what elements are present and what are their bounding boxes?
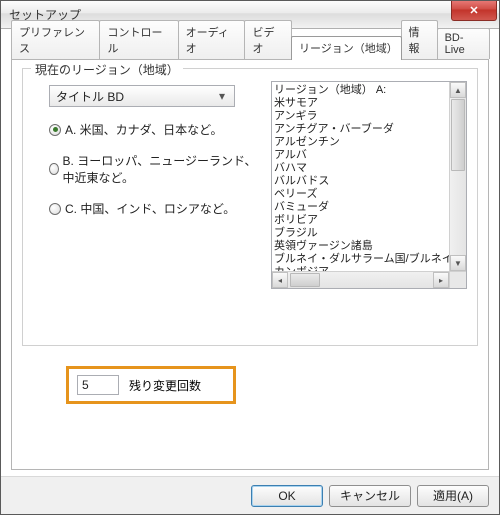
- list-item[interactable]: バルバドス: [274, 174, 447, 187]
- tab-page-region: 現在のリージョン（地域） タイトル BD ▾ A. 米国、カナダ、日本など。 B.…: [11, 59, 489, 470]
- close-icon: ✕: [469, 4, 478, 17]
- ok-button[interactable]: OK: [251, 485, 323, 507]
- radio-label: B. ヨーロッパ、ニュージーランド、中近東など。: [63, 152, 263, 186]
- list-item[interactable]: アンギラ: [274, 109, 447, 122]
- chevron-down-icon: ▾: [214, 89, 230, 103]
- radio-icon: [49, 124, 61, 136]
- apply-button[interactable]: 適用(A): [417, 485, 489, 507]
- region-option-0[interactable]: A. 米国、カナダ、日本など。: [49, 121, 263, 138]
- scroll-right-button[interactable]: ▸: [433, 272, 449, 288]
- list-item[interactable]: アンチグア・バーブーダ: [274, 122, 447, 135]
- right-column: リージョン（地域） A:米サモアアンギラアンチグア・バーブーダアルゼンチンアルバ…: [271, 81, 467, 335]
- tab-4[interactable]: リージョン（地域）: [291, 36, 402, 60]
- list-item[interactable]: アルバ: [274, 148, 447, 161]
- list-item[interactable]: アルゼンチン: [274, 135, 447, 148]
- list-item[interactable]: 米サモア: [274, 96, 447, 109]
- tab-5[interactable]: 情報: [401, 20, 438, 59]
- vertical-scrollbar[interactable]: ▲ ▼: [449, 82, 466, 271]
- radio-icon: [49, 163, 59, 175]
- tab-0[interactable]: プリファレンス: [11, 20, 100, 59]
- list-item[interactable]: ブルネイ・ダルサラーム国/ブルネイ: [274, 252, 447, 265]
- scroll-corner: [449, 271, 466, 288]
- tab-3[interactable]: ビデオ: [244, 20, 292, 59]
- button-bar: OK キャンセル 適用(A): [1, 476, 499, 514]
- tab-2[interactable]: オーディオ: [178, 20, 246, 59]
- cancel-button[interactable]: キャンセル: [329, 485, 411, 507]
- remaining-changes-label: 残り変更回数: [129, 377, 201, 394]
- region-option-1[interactable]: B. ヨーロッパ、ニュージーランド、中近東など。: [49, 152, 263, 186]
- remaining-changes-highlight: 5 残り変更回数: [66, 366, 236, 404]
- horizontal-track[interactable]: [288, 272, 433, 288]
- client-area: プリファレンスコントロールオーディオビデオリージョン（地域）情報BD-Live …: [1, 29, 499, 476]
- region-option-2[interactable]: C. 中国、インド、ロシアなど。: [49, 200, 263, 217]
- list-item[interactable]: ボリビア: [274, 213, 447, 226]
- remaining-changes-field[interactable]: 5: [77, 375, 119, 395]
- vertical-scroll-thumb[interactable]: [451, 99, 465, 171]
- list-item[interactable]: バミューダ: [274, 200, 447, 213]
- region-group: 現在のリージョン（地域） タイトル BD ▾ A. 米国、カナダ、日本など。B.…: [22, 68, 478, 346]
- scroll-up-button[interactable]: ▲: [450, 82, 466, 98]
- dialog-window: セットアップ ✕ プリファレンスコントロールオーディオビデオリージョン（地域）情…: [0, 0, 500, 515]
- scroll-down-button[interactable]: ▼: [450, 255, 466, 271]
- radio-icon: [49, 203, 61, 215]
- region-listbox[interactable]: リージョン（地域） A:米サモアアンギラアンチグア・バーブーダアルゼンチンアルバ…: [271, 81, 467, 289]
- list-item[interactable]: バハマ: [274, 161, 447, 174]
- tab-6[interactable]: BD-Live: [437, 28, 490, 59]
- combo-value: タイトル BD: [56, 88, 124, 105]
- radio-label: A. 米国、カナダ、日本など。: [65, 121, 222, 138]
- group-inner: タイトル BD ▾ A. 米国、カナダ、日本など。 B. ヨーロッパ、ニュージーラ…: [33, 81, 467, 335]
- horizontal-scrollbar[interactable]: ◂ ▸: [272, 271, 449, 288]
- left-column: タイトル BD ▾ A. 米国、カナダ、日本など。 B. ヨーロッパ、ニュージーラ…: [33, 81, 263, 335]
- list-item[interactable]: リージョン（地域） A:: [274, 83, 447, 96]
- close-button[interactable]: ✕: [451, 1, 497, 21]
- list-item[interactable]: ブラジル: [274, 226, 447, 239]
- radio-label: C. 中国、インド、ロシアなど。: [65, 200, 235, 217]
- scroll-left-button[interactable]: ◂: [272, 272, 288, 288]
- region-radio-group: A. 米国、カナダ、日本など。 B. ヨーロッパ、ニュージーランド、中近東など。 C…: [49, 121, 263, 231]
- list-item[interactable]: 英領ヴァージン諸島: [274, 239, 447, 252]
- horizontal-scroll-thumb[interactable]: [290, 273, 320, 287]
- tab-1[interactable]: コントロール: [99, 20, 178, 59]
- listbox-viewport: リージョン（地域） A:米サモアアンギラアンチグア・バーブーダアルゼンチンアルバ…: [272, 82, 449, 271]
- group-title: 現在のリージョン（地域）: [31, 61, 183, 78]
- tab-strip: プリファレンスコントロールオーディオビデオリージョン（地域）情報BD-Live: [11, 37, 489, 59]
- title-type-select[interactable]: タイトル BD ▾: [49, 85, 235, 107]
- list-item[interactable]: ベリーズ: [274, 187, 447, 200]
